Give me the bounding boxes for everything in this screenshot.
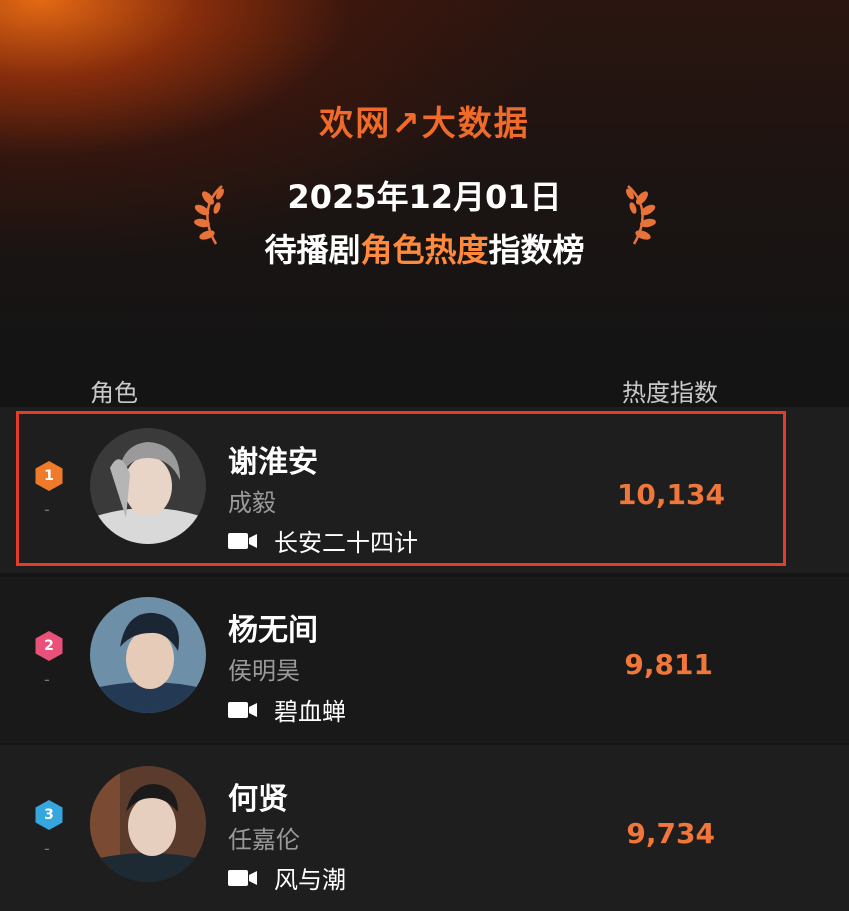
show-title-text-1: 长安二十四计 xyxy=(274,529,418,557)
avatar-1 xyxy=(90,428,206,544)
video-camera-icon xyxy=(228,701,257,718)
rank-change-2: - xyxy=(44,670,50,689)
actor-name-2: 侯明昊 xyxy=(228,657,300,685)
heat-score-2: 9,811 xyxy=(624,648,713,681)
column-header-role: 角色 xyxy=(90,379,138,407)
avatar-3 xyxy=(90,766,206,882)
actor-name-1: 成毅 xyxy=(228,489,276,517)
video-camera-icon xyxy=(228,532,257,549)
column-header-index: 热度指数 xyxy=(622,379,718,407)
heat-score-3: 9,734 xyxy=(626,817,715,850)
show-title-text-3: 风与潮 xyxy=(274,866,346,894)
title-prefix: 待播剧 xyxy=(264,231,361,269)
character-name-3: 何贤 xyxy=(228,782,288,817)
show-title-3: 风与潮 xyxy=(228,860,346,895)
ranking-date: 2025年12月01日 xyxy=(287,178,562,216)
heat-score-1: 10,134 xyxy=(616,478,725,511)
character-name-1: 谢淮安 xyxy=(228,445,318,480)
show-title-1: 长安二十四计 xyxy=(228,523,418,558)
character-name-2: 杨无间 xyxy=(228,613,318,648)
rank-change-1: - xyxy=(44,500,50,519)
ranking-title: 待播剧角色热度指数榜 xyxy=(0,225,849,271)
show-title-2: 碧血蝉 xyxy=(228,692,346,727)
video-camera-icon xyxy=(228,869,257,886)
show-title-text-2: 碧血蝉 xyxy=(274,698,346,726)
rank-change-3: - xyxy=(44,839,50,858)
actor-name-3: 任嘉伦 xyxy=(228,826,300,854)
title-highlight: 角色热度 xyxy=(360,231,489,269)
title-suffix: 指数榜 xyxy=(488,231,585,269)
avatar-2 xyxy=(90,597,206,713)
brand-logo: 欢网↗大数据 xyxy=(319,104,530,144)
